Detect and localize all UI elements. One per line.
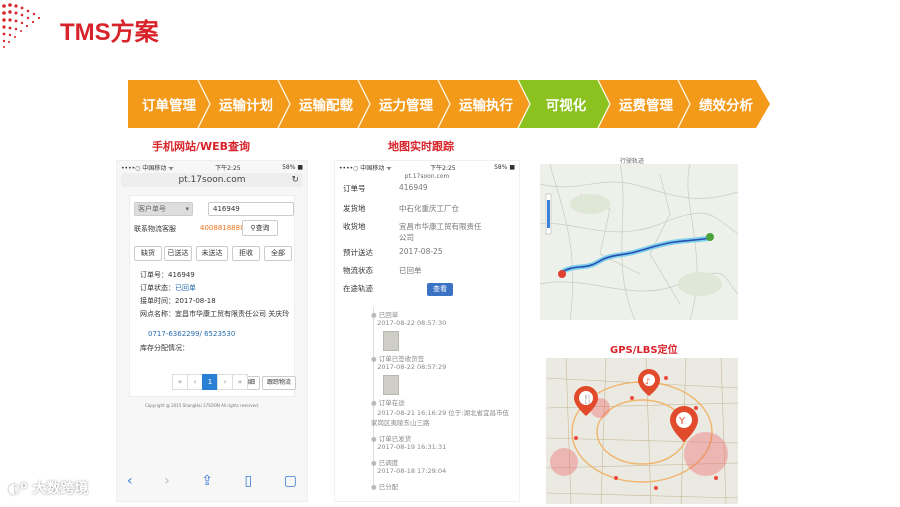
filter-rejected[interactable]: 拒收	[232, 246, 260, 261]
timeline-item: ● 已分配	[371, 483, 399, 491]
step-freight[interactable]: 运费管理	[608, 80, 684, 128]
step-performance[interactable]: 绩效分析	[688, 80, 764, 128]
start-marker	[558, 270, 566, 278]
reload-icon[interactable]: ↻	[291, 173, 299, 187]
gps-map-canvas: 🍴 ♪ Y	[546, 358, 738, 504]
page-1[interactable]: 1	[202, 374, 218, 390]
order-number-input[interactable]: 416949	[208, 202, 294, 216]
timeline-item: ● 已调度 2017-08-18 17:29:04	[371, 459, 447, 475]
caption-map-tracking: 地图实时跟踪	[388, 140, 454, 153]
svg-text:🍴: 🍴	[582, 393, 593, 405]
timeline-item: ● 订单在途 2017-08-21 16:16:29 位于:湖北省宜昌市伍家岗区…	[371, 399, 509, 427]
gps-map[interactable]: 🍴 ♪ Y	[546, 358, 738, 504]
step-capacity[interactable]: 运力管理	[368, 80, 444, 128]
step-visualization[interactable]: 可视化	[528, 80, 604, 128]
url-text: pt.17soon.com	[404, 173, 450, 180]
tabs-icon[interactable]: ▢	[284, 473, 297, 489]
track-logistics-button[interactable]: 跟踪物流	[262, 376, 296, 390]
receipt-thumbnail[interactable]	[383, 375, 399, 395]
carrier: ••••○ 中国移动 ᯤ	[121, 164, 174, 172]
process-bar: 订单管理 运输计划 运输配载 运力管理 运输执行 可视化 运费管理 绩效分析	[128, 80, 788, 128]
status-bar: ••••○ 中国移动 ᯤ 下午2:25 58% ■	[335, 161, 519, 173]
field-order-no: 订单号：416949	[140, 271, 195, 279]
caption-gps: GPS/LBS定位	[610, 345, 678, 356]
query-panel: 客户单号 ▾ 416949 联系物流客服 4008818888 ⚲查询 缺货 已…	[129, 195, 296, 397]
field-branch-phone[interactable]: 0717-6362299/ 6523530	[148, 330, 235, 338]
next-page[interactable]: ›	[217, 374, 233, 390]
svg-text:♪: ♪	[645, 377, 650, 386]
step-order-mgmt[interactable]: 订单管理	[132, 80, 206, 128]
last-page[interactable]: »	[232, 374, 248, 390]
step-transport-plan[interactable]: 运输计划	[208, 80, 284, 128]
bookmarks-icon[interactable]: ▯	[245, 473, 253, 489]
step-execution[interactable]: 运输执行	[448, 80, 524, 128]
clock: 下午2:25	[430, 164, 456, 172]
prev-page[interactable]: ‹	[187, 374, 203, 390]
filter-delivered[interactable]: 已送达	[164, 246, 192, 261]
location-pin-icon: ♪	[638, 369, 660, 396]
address-bar[interactable]: pt.17soon.com ↻	[121, 173, 303, 187]
end-marker	[706, 233, 714, 241]
status-bar: ••••○ 中国移动 ᯤ 下午2:25 58% ■	[117, 161, 307, 173]
filter-all[interactable]: 全部	[264, 246, 292, 261]
route-map[interactable]	[540, 164, 738, 320]
search-button[interactable]: ⚲查询	[242, 220, 278, 236]
copyright: Copyright @ 2015 ShangHai 17SOON All rig…	[145, 403, 259, 408]
share-icon[interactable]: ⇪	[201, 473, 213, 489]
browser-toolbar: ‹ › ⇪ ▯ ▢	[127, 473, 297, 489]
timeline-item: ● 已回单 2017-08-22 08:57:30	[371, 311, 447, 327]
receipt-thumbnail[interactable]	[383, 331, 399, 351]
step-loading[interactable]: 运输配载	[288, 80, 364, 128]
pagination: «‹ 1 ›»	[172, 369, 248, 390]
service-phone[interactable]: 4008818888	[200, 224, 245, 232]
field-stock: 库存分配情况：	[140, 344, 189, 352]
first-page[interactable]: «	[172, 374, 188, 390]
watermark: ◐ᴰ 大数跨境	[8, 481, 89, 497]
filter-undelivered[interactable]: 未送达	[196, 246, 228, 261]
route-map-canvas	[540, 164, 738, 320]
logo-dots	[2, 3, 41, 48]
page-title: TMS方案	[60, 19, 159, 46]
watermark-logo-icon: ◐ᴰ	[8, 481, 33, 497]
battery-icon: 58% ■	[282, 163, 303, 171]
timeline-item: ● 订单已签收货签 2017-08-22 08:57:29	[371, 355, 447, 371]
clock: 下午2:25	[215, 164, 241, 172]
service-label: 联系物流客服	[134, 225, 176, 233]
carrier: ••••○ 中国移动 ᯤ	[339, 164, 392, 172]
battery-icon: 58% ■	[494, 163, 515, 171]
phone-order-tracking: ••••○ 中国移动 ᯤ 下午2:25 58% ■ pt.17soon.com …	[334, 160, 520, 502]
field-receive-time: 接单时间：2017-08-18	[140, 297, 216, 305]
chevron-down-icon: ▾	[185, 205, 189, 213]
filter-out-of-stock[interactable]: 缺货	[134, 246, 162, 261]
view-route-button[interactable]: 查看	[427, 283, 453, 296]
field-branch: 网点名称：宜昌市华康工贸有限责任公司 关庆玲	[140, 310, 290, 318]
caption-mobile-web: 手机网站/WEB查询	[152, 140, 251, 153]
svg-text:Y: Y	[678, 416, 686, 427]
order-type-select[interactable]: 客户单号 ▾	[134, 202, 193, 216]
timeline-item: ● 订单已发货 2017-08-19 16:31:31	[371, 435, 447, 451]
back-icon[interactable]: ‹	[127, 473, 133, 489]
phone-mobile-web: ••••○ 中国移动 ᯤ 下午2:25 58% ■ pt.17soon.com …	[116, 160, 308, 502]
forward-icon[interactable]: ›	[164, 473, 170, 489]
url-text: pt.17soon.com	[178, 175, 246, 185]
field-order-status: 订单状态：已回单	[140, 284, 196, 292]
